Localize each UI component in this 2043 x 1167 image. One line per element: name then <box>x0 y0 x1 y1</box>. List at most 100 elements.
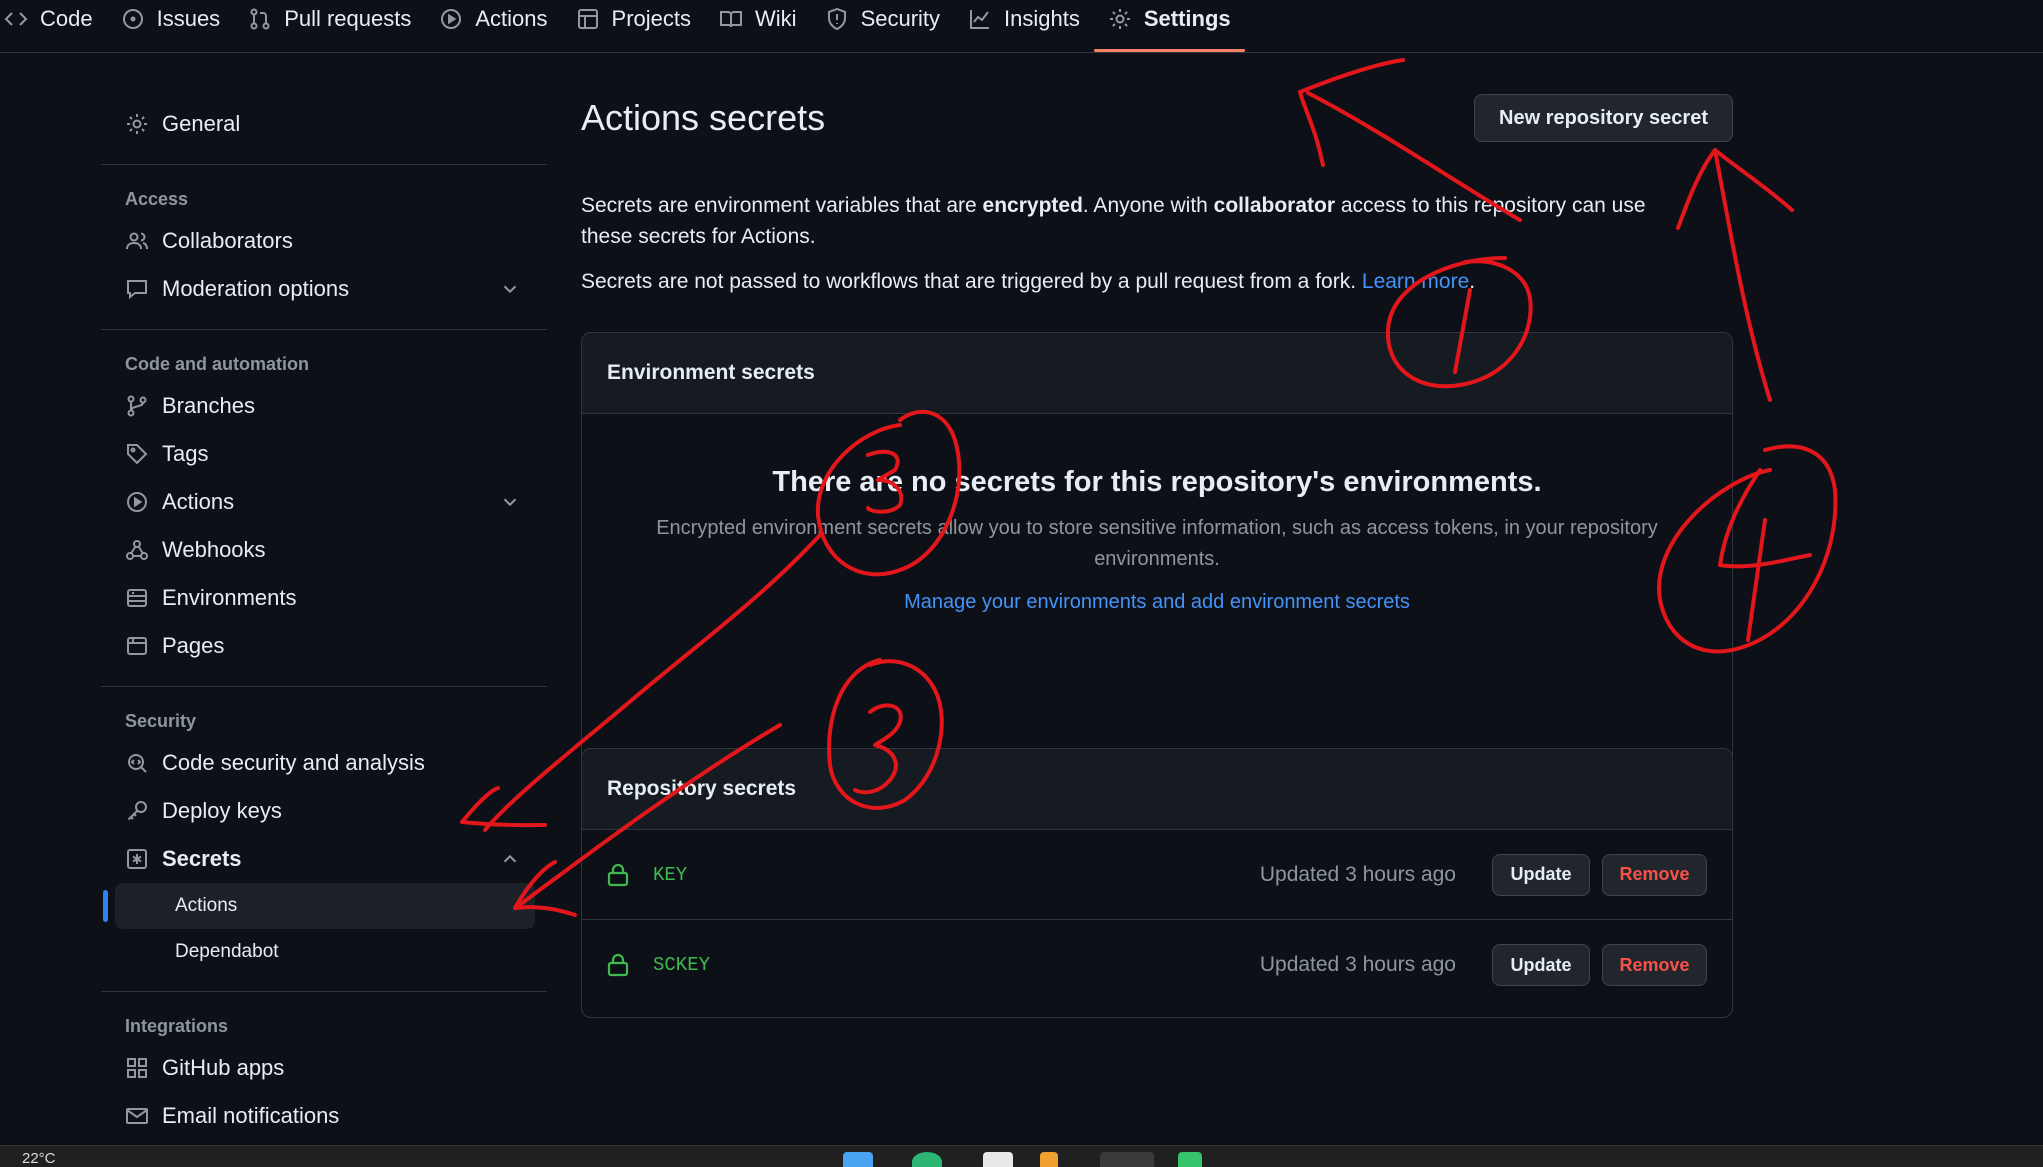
sidebar-item-tags[interactable]: Tags <box>101 430 547 478</box>
nav-tab-wiki[interactable]: Wiki <box>705 0 811 38</box>
blankslate-text: Encrypted environment secrets allow you … <box>656 517 1658 570</box>
chevron-down-icon[interactable] <box>499 491 521 513</box>
nav-tab-security[interactable]: Security <box>811 0 954 38</box>
sidebar-item-secrets[interactable]: Secrets <box>101 835 547 883</box>
remove-secret-button[interactable]: Remove <box>1602 853 1707 896</box>
app-icon[interactable] <box>1178 1152 1202 1167</box>
branch-icon <box>127 395 147 417</box>
chevron-up-icon[interactable] <box>499 848 521 870</box>
sidebar-item-label: Deploy keys <box>162 798 282 823</box>
sidebar-item-pages[interactable]: Pages <box>101 622 547 670</box>
sidebar-item-collaborators[interactable]: Collaborators <box>101 217 547 265</box>
remove-secret-button[interactable]: Remove <box>1602 944 1707 986</box>
sidebar-item-label: Actions <box>162 489 235 514</box>
graph-icon <box>970 10 990 29</box>
desc-bold-encrypted: encrypted <box>982 194 1083 217</box>
secrets-description: Secrets are environment variables that a… <box>581 190 1701 252</box>
sidebar-item-label: Pages <box>162 633 225 658</box>
update-secret-button[interactable]: Update <box>1492 853 1590 896</box>
fork-note-suffix: . <box>1469 270 1476 293</box>
environment-secrets-heading: Environment secrets <box>582 333 1732 414</box>
new-repository-secret-button[interactable]: New repository secret <box>1474 94 1733 142</box>
sidebar-item-actions[interactable]: Actions <box>101 478 547 526</box>
sidebar-divider <box>101 686 547 687</box>
sidebar-item-github-apps[interactable]: GitHub apps <box>101 1044 547 1092</box>
lock-icon <box>607 863 629 886</box>
nav-tab-label: Projects <box>611 6 692 31</box>
play-icon <box>441 9 462 29</box>
sidebar-item-label: Collaborators <box>162 228 293 253</box>
codescan-icon <box>128 754 147 773</box>
sidebar-item-label: Tags <box>162 441 209 466</box>
gear-icon <box>127 114 147 134</box>
sidebar-item-environments[interactable]: Environments <box>101 574 547 622</box>
desc-text: . Anyone with <box>1082 194 1214 217</box>
manage-environments-link[interactable]: Manage your environments and add environ… <box>904 591 1410 614</box>
secret-name: KEY <box>653 863 688 886</box>
sidebar-item-label: Dependabot <box>175 941 279 962</box>
nav-tab-pull-requests[interactable]: Pull requests <box>234 0 425 38</box>
shield-icon <box>827 7 846 31</box>
repository-secrets-box: Repository secrets KEY Updated 3 hours a… <box>581 748 1733 1018</box>
repository-secrets-heading: Repository secrets <box>582 749 1732 830</box>
sidebar-item-branches[interactable]: Branches <box>101 382 547 430</box>
environment-secrets-box: Environment secrets There are no secrets… <box>581 332 1733 782</box>
sidebar-subitem-secrets-dependabot[interactable]: Dependabot <box>115 929 535 975</box>
sidebar-divider <box>101 164 547 165</box>
nav-tab-label: Security <box>860 6 941 31</box>
mail-icon <box>126 1108 148 1124</box>
asterisk-icon <box>127 849 147 869</box>
secret-row: SCKEY Updated 3 hours ago Update Remove <box>582 920 1732 1010</box>
secret-updated: Updated 3 hours ago <box>1259 953 1456 976</box>
sidebar-divider <box>101 991 547 992</box>
windows-start-icon[interactable] <box>843 1152 873 1167</box>
sidebar-divider <box>101 329 547 330</box>
nav-tab-actions[interactable]: Actions <box>425 0 561 38</box>
comment-icon <box>127 280 147 300</box>
sidebar-item-label: Email notifications <box>162 1103 340 1128</box>
issue-icon <box>122 9 143 29</box>
update-secret-button[interactable]: Update <box>1492 944 1590 986</box>
github-settings-page: Code Issues Pull requests Actions Projec… <box>0 0 2043 1167</box>
browser-taskbar-icon[interactable] <box>1100 1152 1154 1167</box>
settings-sidebar: General Access Collaborators Moderation … <box>101 100 547 1140</box>
edge-icon[interactable] <box>912 1152 942 1167</box>
nav-tab-label: Code <box>40 6 93 31</box>
nav-tab-projects[interactable]: Projects <box>562 0 705 38</box>
weather-temperature: 22°C <box>22 1150 56 1167</box>
sidebar-item-label: Webhooks <box>162 537 266 562</box>
secret-row: KEY Updated 3 hours ago Update Remove <box>582 830 1732 920</box>
nav-tab-settings[interactable]: Settings <box>1093 0 1245 52</box>
sidebar-item-email-notifications[interactable]: Email notifications <box>101 1092 547 1140</box>
desc-text: Secrets are environment variables that a… <box>581 194 983 217</box>
nav-tab-label: Settings <box>1143 6 1231 31</box>
sidebar-item-label: Secrets <box>162 846 242 871</box>
app-icon[interactable] <box>1040 1152 1058 1167</box>
chevron-down-icon[interactable] <box>499 278 521 300</box>
book-icon <box>720 11 743 28</box>
sidebar-item-webhooks[interactable]: Webhooks <box>101 526 547 574</box>
sidebar-item-label: Code security and analysis <box>162 750 425 775</box>
sidebar-item-label: Actions <box>175 895 238 916</box>
fork-note-text: Secrets are not passed to workflows that… <box>581 270 1362 293</box>
notepad-icon[interactable] <box>983 1152 1013 1167</box>
nav-tab-code[interactable]: Code <box>0 0 107 38</box>
sidebar-item-code-security[interactable]: Code security and analysis <box>101 739 547 787</box>
nav-tab-insights[interactable]: Insights <box>954 0 1094 38</box>
os-taskbar: 22°C <box>0 1145 2043 1167</box>
nav-tab-issues[interactable]: Issues <box>107 0 235 38</box>
sidebar-item-deploy-keys[interactable]: Deploy keys <box>101 787 547 835</box>
table-icon <box>577 9 598 29</box>
nav-tab-label: Actions <box>475 6 548 31</box>
sidebar-item-label: Moderation options <box>162 276 350 301</box>
sidebar-heading-access: Access <box>125 188 189 209</box>
fork-note: Secrets are not passed to workflows that… <box>581 266 1475 297</box>
server-icon <box>127 589 147 607</box>
learn-more-link[interactable]: Learn more <box>1362 270 1469 293</box>
secret-updated: Updated 3 hours ago <box>1259 862 1456 886</box>
key-icon <box>127 801 147 821</box>
sidebar-subitem-secrets-actions[interactable]: Actions <box>103 883 535 929</box>
pull-request-icon <box>250 8 270 30</box>
sidebar-item-general[interactable]: General <box>101 100 547 148</box>
sidebar-item-moderation[interactable]: Moderation options <box>101 265 547 313</box>
